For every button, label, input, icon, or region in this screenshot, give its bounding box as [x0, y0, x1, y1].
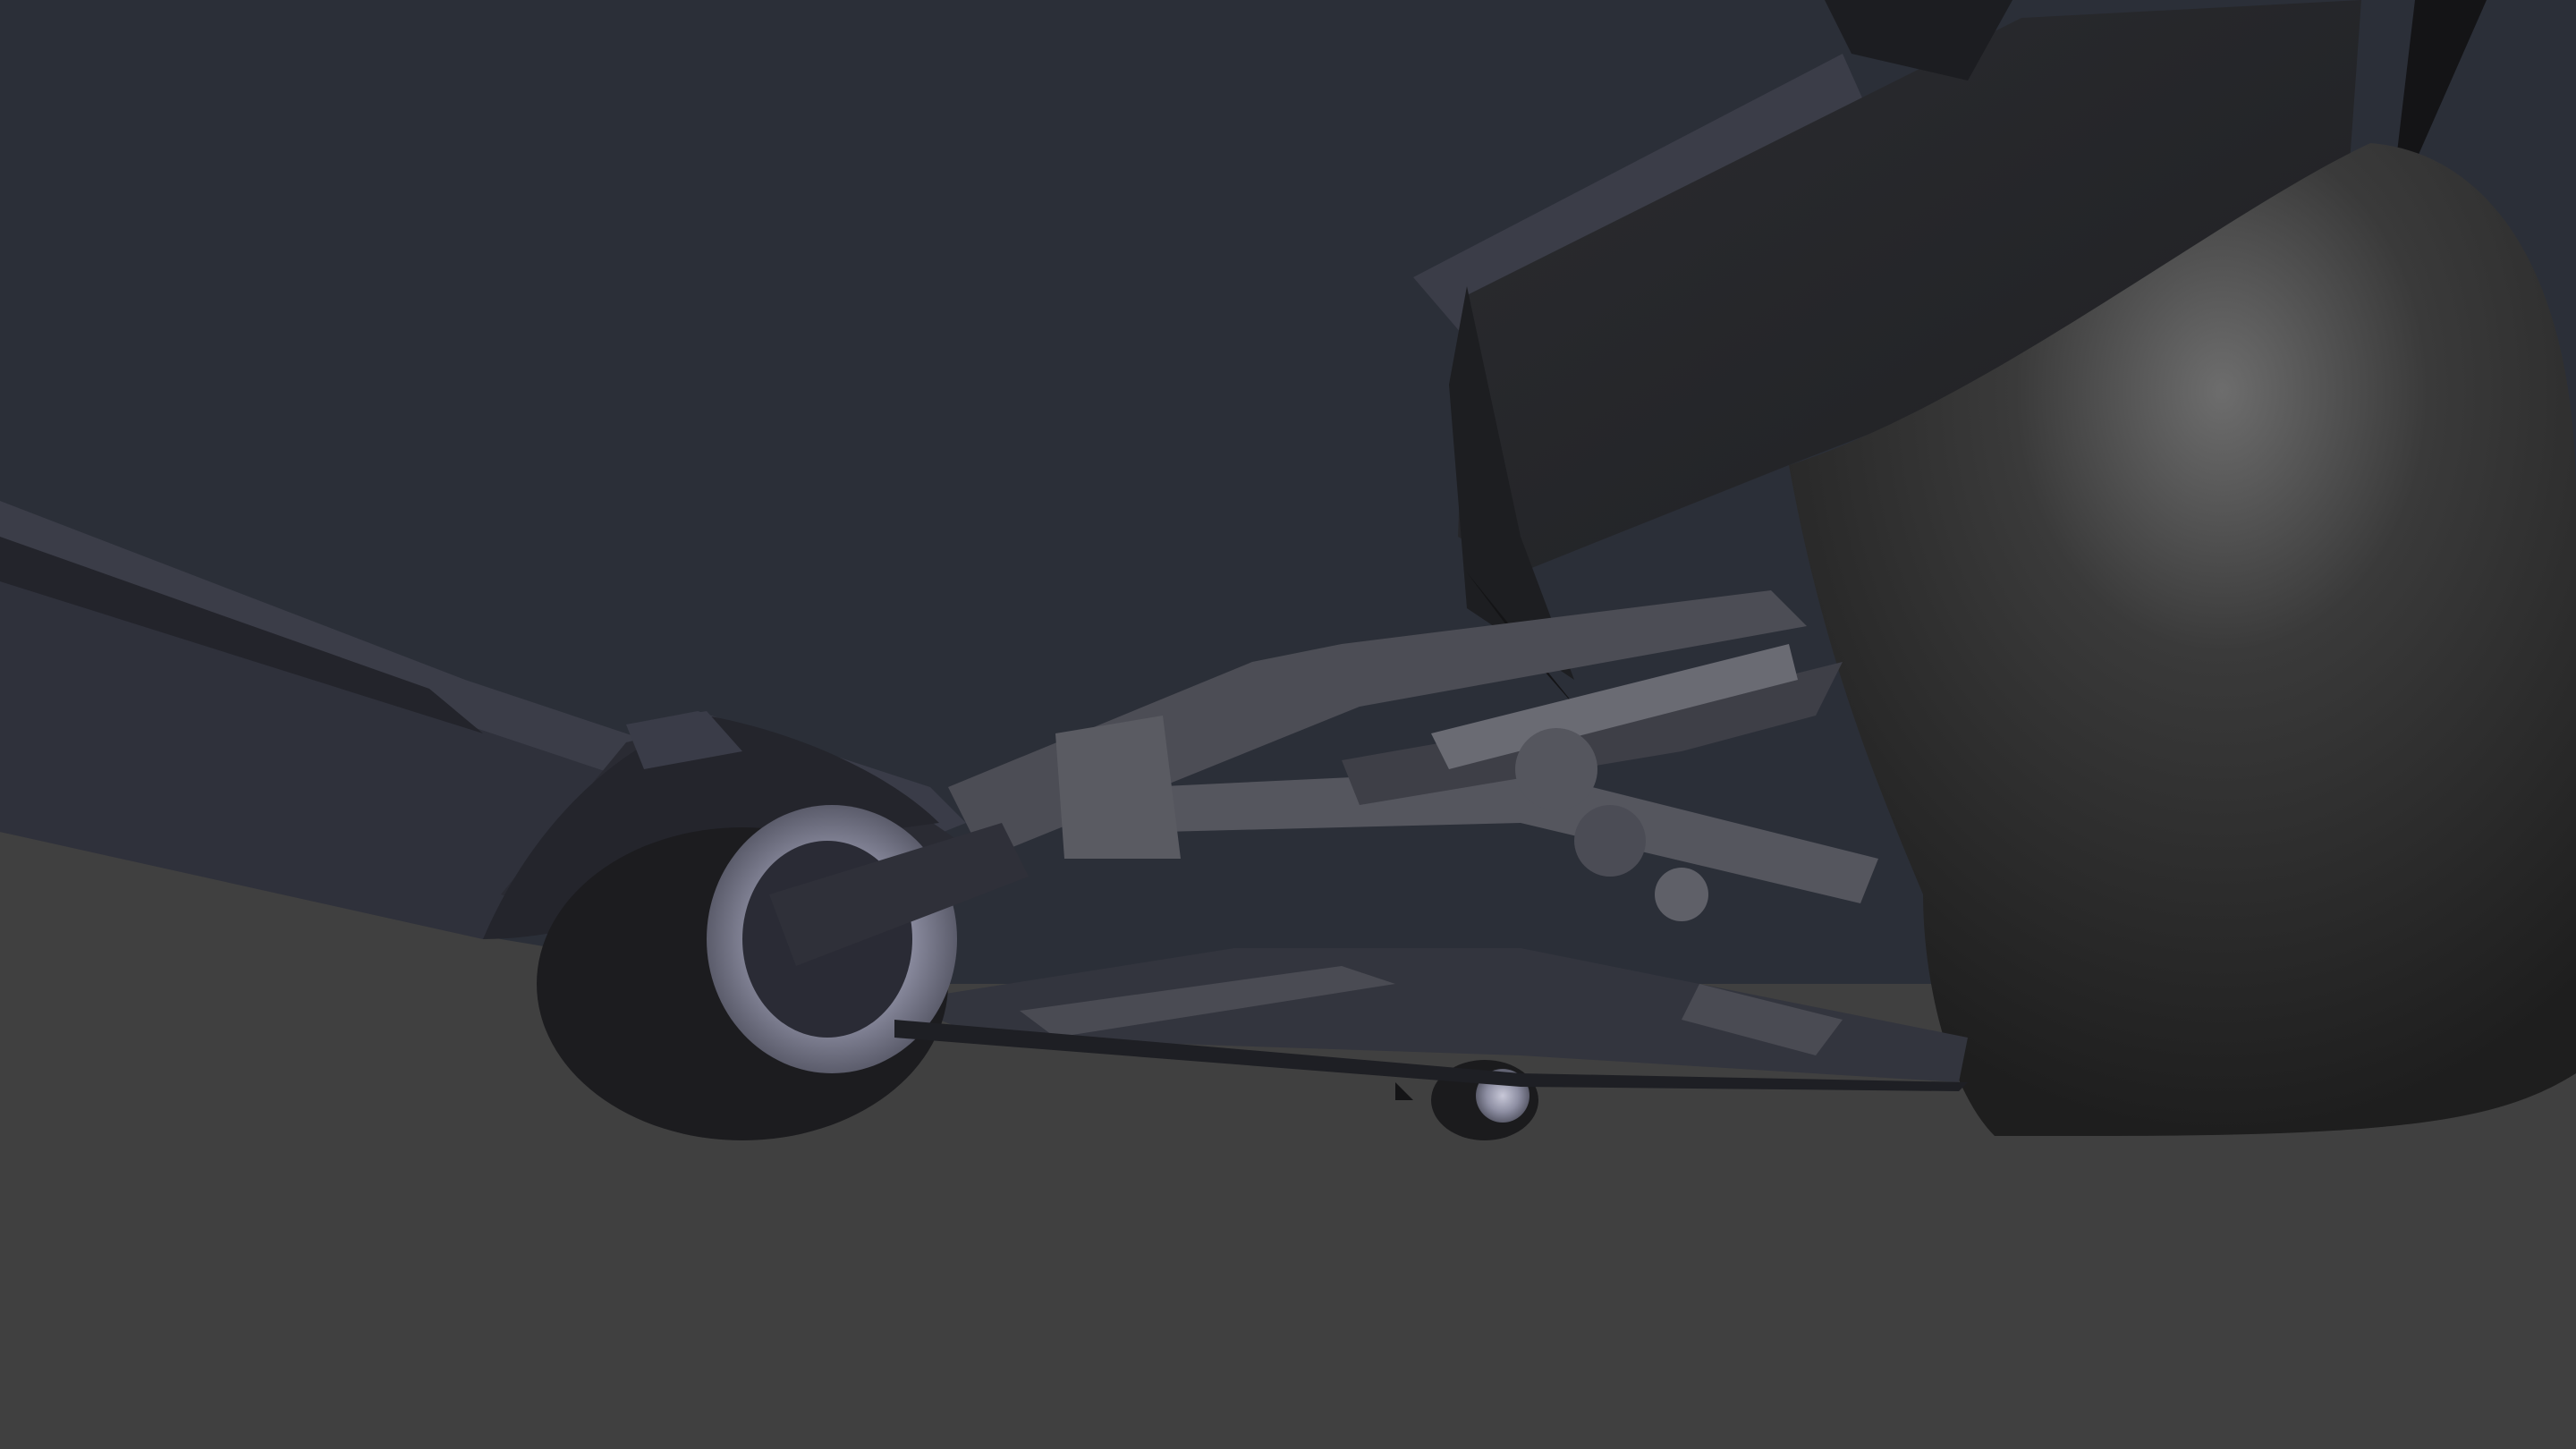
viewport-canvas[interactable]: [0, 0, 2576, 1449]
3d-viewport[interactable]: [0, 0, 2576, 1449]
